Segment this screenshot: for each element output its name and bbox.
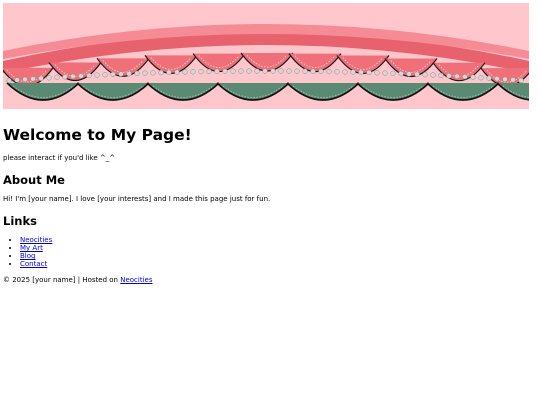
pearl <box>150 70 156 76</box>
tagline: please interact if you'd like ^_^ <box>3 154 116 162</box>
footer-text: © 2025 [your name] | Hosted on <box>3 276 121 284</box>
footer: © 2025 [your name] | Hosted on Neocities <box>3 276 533 285</box>
page-title: Welcome to My Page! <box>3 126 192 144</box>
pearl <box>206 68 212 75</box>
about-heading: About Me <box>3 173 65 187</box>
list-item: Neocities <box>20 236 533 244</box>
page: Welcome to My Page! please interact if y… <box>0 0 540 405</box>
main-content: Welcome to My Page! please interact if y… <box>3 126 533 285</box>
green-scallop <box>426 82 500 101</box>
lace-banner-image <box>3 3 529 109</box>
green-scallop <box>76 82 150 101</box>
pearl <box>390 70 396 76</box>
links-heading: Links <box>3 214 37 228</box>
link-blog[interactable]: Blog <box>20 252 35 260</box>
pearl <box>46 75 52 81</box>
pearl <box>398 70 404 77</box>
pearl <box>246 68 252 74</box>
pearl <box>22 76 28 83</box>
pearl <box>78 73 84 79</box>
pearl <box>30 76 36 82</box>
pearl <box>422 72 428 78</box>
pearl <box>94 72 100 78</box>
pearl <box>374 70 380 76</box>
pearl <box>438 72 444 79</box>
pearl <box>486 75 492 81</box>
pearl <box>38 75 44 81</box>
pearl <box>182 69 188 75</box>
pearl <box>510 77 516 83</box>
pearl <box>6 77 12 84</box>
pearl <box>342 69 348 75</box>
pearl <box>446 73 452 79</box>
pearl <box>494 76 500 82</box>
pearl <box>278 68 284 74</box>
footer-neocities-link[interactable]: Neocities <box>120 276 152 284</box>
green-scallop <box>356 82 430 101</box>
pearl <box>262 68 268 74</box>
pearl <box>142 70 148 76</box>
pearl <box>86 72 92 79</box>
pearl <box>302 68 308 74</box>
pearl <box>198 68 204 75</box>
pearl <box>230 68 236 74</box>
green-scallops <box>6 82 529 101</box>
pink-scallop <box>192 53 246 72</box>
green-scallop <box>146 82 220 101</box>
pearl <box>62 74 68 80</box>
list-item: Blog <box>20 252 533 260</box>
pearl <box>518 77 524 84</box>
pearl <box>326 68 332 75</box>
links-list: Neocities My Art Blog Contact <box>3 236 533 268</box>
pearl <box>214 68 220 74</box>
pearl <box>414 71 420 77</box>
list-item: Contact <box>20 260 533 268</box>
pearl <box>270 68 276 74</box>
pearl <box>238 68 244 74</box>
pearl <box>70 73 76 80</box>
list-item: My Art <box>20 244 533 252</box>
pearl <box>382 70 388 76</box>
pearl <box>430 72 436 78</box>
pearl <box>470 74 476 80</box>
green-scallop <box>216 82 290 101</box>
link-my-art[interactable]: My Art <box>20 244 43 252</box>
pearl <box>54 74 60 80</box>
green-scallop <box>286 82 360 101</box>
pearl <box>118 71 124 77</box>
pearl <box>14 77 20 83</box>
pearl <box>190 69 196 75</box>
green-scallop <box>496 82 529 101</box>
green-scallop <box>6 82 80 101</box>
pearl <box>174 69 180 75</box>
link-neocities[interactable]: Neocities <box>20 236 52 244</box>
lace-banner-graphic <box>3 24 529 101</box>
pearl <box>350 69 356 75</box>
pearl <box>294 68 300 74</box>
pearl <box>222 68 228 74</box>
pearl <box>318 68 324 75</box>
pearl <box>454 73 460 79</box>
about-text: Hi! I'm [your name]. I love [your intere… <box>3 195 271 203</box>
pearl <box>478 75 484 81</box>
pearl <box>254 68 260 74</box>
pearl <box>366 69 372 76</box>
pearl <box>102 72 108 78</box>
pearl <box>502 76 508 82</box>
link-contact[interactable]: Contact <box>20 260 47 268</box>
pearl <box>126 71 132 77</box>
pearl <box>110 71 116 78</box>
pink-scallop <box>240 52 294 72</box>
pearl <box>134 70 140 77</box>
pearl <box>310 68 316 74</box>
pearl <box>158 69 164 76</box>
pearl <box>166 69 172 76</box>
pearl <box>462 74 468 80</box>
pearl <box>406 71 412 77</box>
pearl <box>358 69 364 75</box>
pearl <box>286 68 292 74</box>
pearl <box>334 69 340 75</box>
